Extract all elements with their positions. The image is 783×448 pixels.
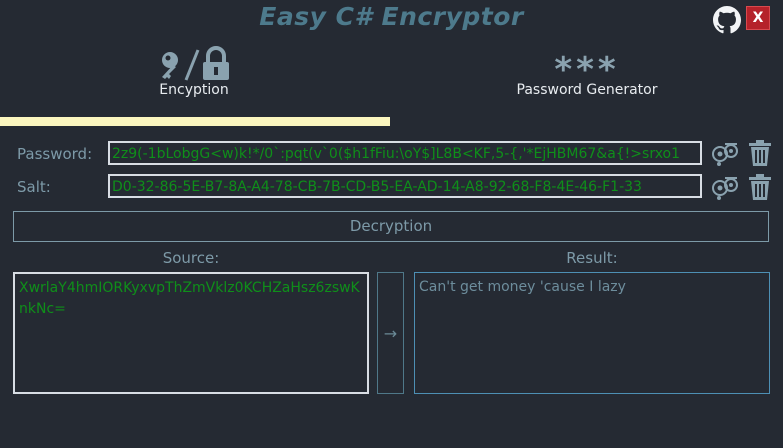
mode-toggle-button[interactable]: Decryption bbox=[13, 211, 769, 242]
active-tab-indicator bbox=[0, 117, 390, 126]
password-label: Password: bbox=[17, 145, 93, 163]
clear-salt-icon[interactable] bbox=[746, 173, 774, 201]
source-textarea[interactable]: XwrlaY4hmIORKyxvpThZmVklz0KCHZaHsz6zswKn… bbox=[13, 272, 369, 394]
clear-password-icon[interactable] bbox=[746, 139, 774, 167]
key-lock-icon bbox=[120, 46, 268, 82]
generate-password-icon[interactable] bbox=[711, 139, 739, 167]
process-button[interactable]: → bbox=[377, 272, 404, 394]
tab-password-generator[interactable]: *** Password Generator bbox=[490, 50, 684, 106]
close-button[interactable]: X bbox=[746, 6, 770, 30]
generate-salt-icon[interactable] bbox=[711, 173, 739, 201]
salt-field[interactable]: D0-32-86-5E-B7-8A-A4-78-CB-7B-CD-B5-EA-A… bbox=[108, 174, 702, 198]
salt-label: Salt: bbox=[17, 178, 51, 196]
result-textarea[interactable]: Can't get money 'cause I lazy bbox=[414, 272, 770, 394]
asterisks-icon: *** bbox=[554, 50, 620, 90]
source-label: Source: bbox=[162, 249, 220, 267]
tab-encryption-label: Encyption bbox=[159, 82, 229, 98]
result-label: Result: bbox=[566, 249, 618, 267]
tab-password-generator-label: Password Generator bbox=[516, 82, 658, 98]
app-title: Easy C# Encryptor bbox=[259, 2, 524, 31]
password-field[interactable]: 2z9(-1bLobgG<w)k!*/0`:pqt(v`0($h1fFiu:\o… bbox=[108, 141, 702, 165]
tab-encryption[interactable]: Encyption bbox=[120, 46, 268, 106]
github-icon[interactable] bbox=[713, 6, 741, 34]
